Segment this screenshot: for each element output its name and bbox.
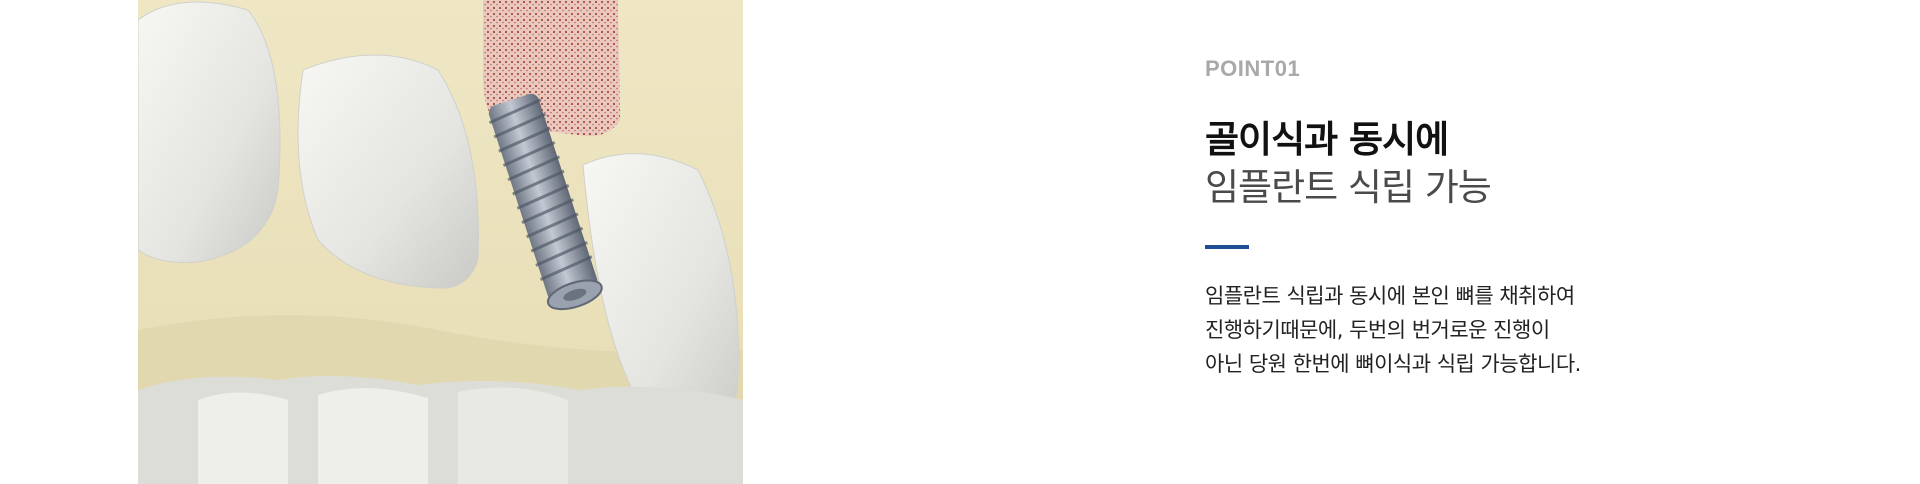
description-line-1: 임플란트 식립과 동시에 본인 뼈를 채취하여 [1205,284,1575,308]
description-line-2: 진행하기때문에, 두번의 번거로운 진행이 [1205,318,1550,342]
description-line-3: 아닌 당원 한번에 뼈이식과 식립 가능합니다. [1205,352,1581,376]
feature-text-block: POINT01 골이식과 동시에 임플란트 식립 가능 임플란트 식립과 동시에… [1205,54,1845,381]
description: 임플란트 식립과 동시에 본인 뼈를 채취하여 진행하기때문에, 두번의 번거로… [1205,279,1845,381]
accent-divider [1205,245,1249,249]
headline: 골이식과 동시에 임플란트 식립 가능 [1205,116,1845,212]
dental-implant-illustration [138,0,743,484]
headline-bold: 골이식과 동시에 [1205,118,1449,161]
headline-light: 임플란트 식립 가능 [1205,166,1492,209]
point-label: POINT01 [1205,56,1301,81]
